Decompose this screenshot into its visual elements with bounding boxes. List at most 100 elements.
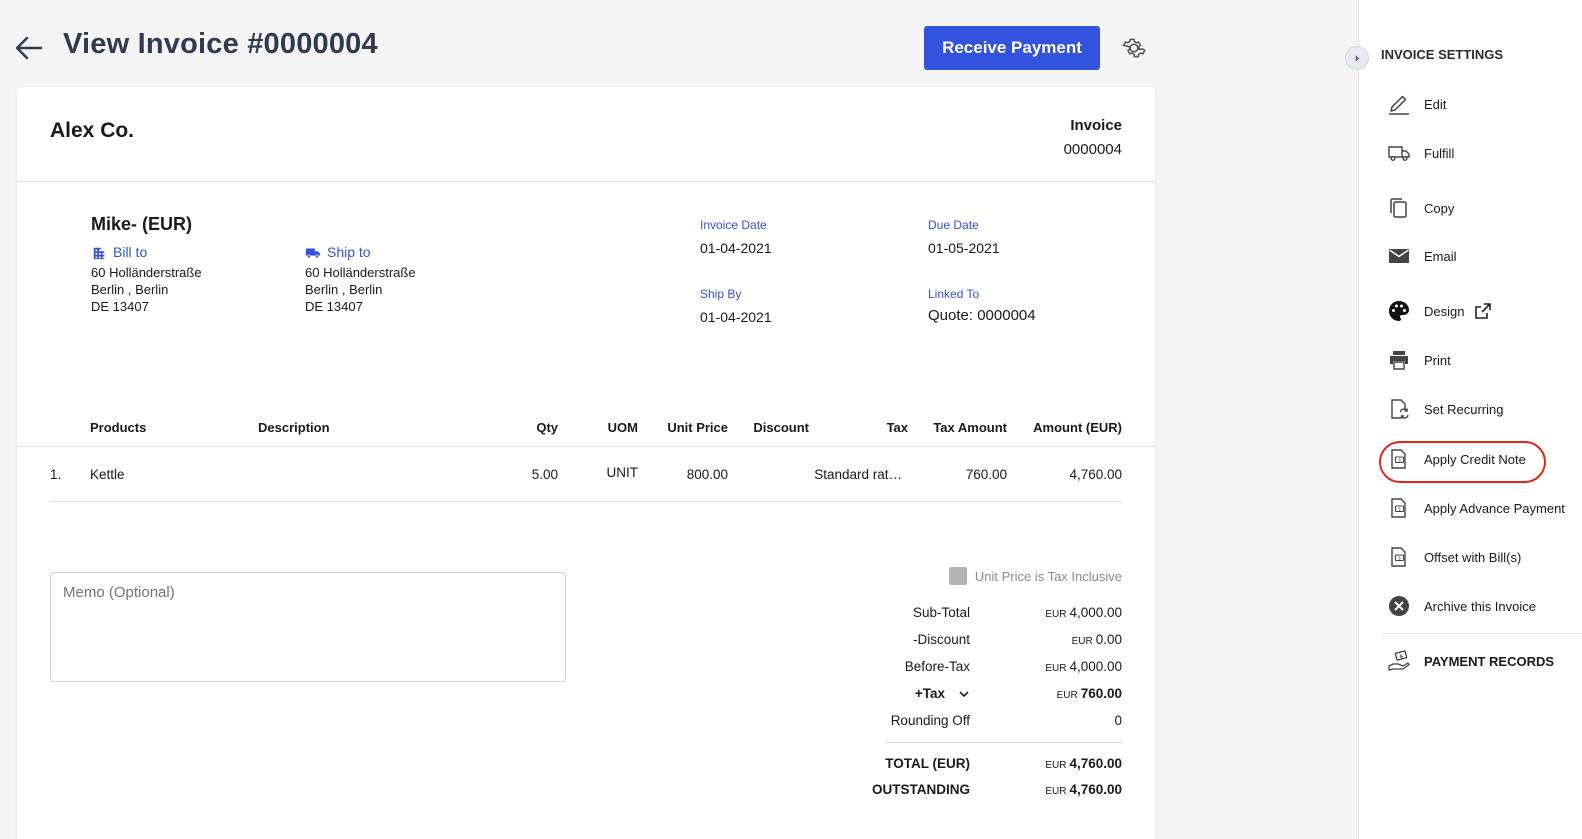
tax-value: EUR 760.00 <box>1056 686 1122 701</box>
envelope-icon <box>1386 243 1412 269</box>
recurring-document-icon <box>1386 396 1412 422</box>
menu-payment-records[interactable]: $ PAYMENT RECORDS <box>1386 648 1554 674</box>
outstanding-value: EUR 4,760.00 <box>1045 782 1122 797</box>
menu-copy[interactable]: Copy <box>1386 195 1454 221</box>
menu-label: Email <box>1424 248 1457 264</box>
menu-label: Copy <box>1424 200 1455 216</box>
gear-icon[interactable] <box>1121 35 1147 61</box>
svg-text:$: $ <box>1398 555 1401 561</box>
menu-label: Archive this Invoice <box>1424 598 1536 614</box>
menu-label: Design <box>1424 303 1465 319</box>
subtotal-label: Sub-Total <box>912 605 970 620</box>
linked-to-label: Linked To <box>928 287 980 301</box>
invoice-date-label: Invoice Date <box>700 218 767 232</box>
chevron-down-icon[interactable] <box>958 687 970 699</box>
subtotal-value: EUR 4,000.00 <box>1045 605 1122 620</box>
col-tax-amount: Tax Amount <box>933 420 1007 435</box>
external-link-icon[interactable] <box>1474 302 1492 320</box>
row-unit-price: 800.00 <box>686 467 728 482</box>
before-tax-label: Before-Tax <box>904 659 970 674</box>
invoice-card: Alex Co. Invoice 0000004 Mike- (EUR) Bil… <box>17 87 1155 839</box>
panel-divider <box>1381 633 1582 634</box>
menu-print[interactable]: Print <box>1386 347 1451 373</box>
company-name: Alex Co. <box>50 119 135 142</box>
invoice-date-value: 01-04-2021 <box>700 240 772 256</box>
row-tax-amount: 760.00 <box>965 467 1007 482</box>
menu-set-recurring[interactable]: Set Recurring <box>1386 396 1503 422</box>
palette-icon <box>1386 298 1412 324</box>
ship-to-block: Ship to 60 Holländerstraße Berlin , Berl… <box>305 244 416 315</box>
ship-to-line: 60 Holländerstraße <box>305 265 416 280</box>
page-title: View Invoice #0000004 <box>63 28 378 60</box>
bill-to-line: DE 13407 <box>91 299 149 314</box>
row-divider <box>50 501 1122 502</box>
bill-to-line: Berlin , Berlin <box>91 282 169 297</box>
bill-to-label: Bill to <box>113 244 148 260</box>
menu-email[interactable]: Email <box>1386 243 1457 269</box>
due-date-label: Due Date <box>928 218 979 232</box>
ship-to-line: Berlin , Berlin <box>305 282 383 297</box>
row-amount: 4,760.00 <box>1069 467 1122 482</box>
bill-to-block: Bill to 60 Holländerstraße Berlin , Berl… <box>91 244 202 315</box>
chevron-right-icon <box>1355 54 1359 62</box>
tax-inclusive-checkbox[interactable]: Unit Price is Tax Inclusive <box>948 567 1122 585</box>
menu-edit[interactable]: Edit <box>1386 91 1446 117</box>
col-uom: UOM <box>607 420 638 435</box>
memo-input[interactable] <box>50 572 566 682</box>
offset-bill-icon: $ <box>1386 544 1412 570</box>
table-divider <box>17 446 1155 447</box>
linked-to-value[interactable]: Quote: 0000004 <box>928 307 1036 324</box>
menu-archive[interactable]: Archive this Invoice <box>1386 593 1536 619</box>
invoice-label: Invoice <box>1070 117 1122 134</box>
copy-icon <box>1386 195 1412 221</box>
rounding-value: 0 <box>1114 713 1122 728</box>
outstanding-label: OUTSTANDING <box>872 782 970 797</box>
total-label: TOTAL (EUR) <box>885 756 970 771</box>
row-index: 1. <box>50 467 62 482</box>
menu-apply-advance-payment[interactable]: $ Apply Advance Payment <box>1386 495 1565 521</box>
ship-to-label: Ship to <box>327 244 371 260</box>
customer-name: Mike- (EUR) <box>91 214 193 234</box>
row-product: Kettle <box>90 467 125 482</box>
col-unit-price: Unit Price <box>667 420 728 435</box>
header-divider <box>17 181 1155 182</box>
col-amount: Amount (EUR) <box>1033 420 1122 435</box>
ship-to-line: DE 13407 <box>305 299 363 314</box>
delivery-truck-icon <box>1386 140 1412 166</box>
highlight-annotation <box>1379 441 1546 483</box>
col-discount: Discount <box>753 420 809 435</box>
svg-text:$: $ <box>1399 653 1404 660</box>
row-qty: 5.00 <box>531 467 558 482</box>
menu-label: Apply Advance Payment <box>1424 500 1565 516</box>
payment-hand-icon: $ <box>1386 648 1412 674</box>
tax-label[interactable]: +Tax <box>915 686 945 701</box>
menu-label: Set Recurring <box>1424 401 1504 417</box>
receive-payment-button[interactable]: Receive Payment <box>924 26 1100 70</box>
advance-payment-icon: $ <box>1386 495 1412 521</box>
checkbox-icon[interactable] <box>948 567 967 585</box>
menu-fulfill[interactable]: Fulfill <box>1386 140 1454 166</box>
ship-by-value: 01-04-2021 <box>700 309 772 325</box>
col-tax: Tax <box>886 420 908 435</box>
total-value: EUR 4,760.00 <box>1045 756 1122 771</box>
col-qty: Qty <box>536 420 558 435</box>
collapse-panel-button[interactable] <box>1345 46 1369 70</box>
back-arrow-icon[interactable] <box>14 34 44 62</box>
printer-icon <box>1386 347 1412 373</box>
svg-text:$: $ <box>1398 506 1401 512</box>
tax-inclusive-label: Unit Price is Tax Inclusive <box>974 568 1122 584</box>
invoice-number: 0000004 <box>1063 141 1122 158</box>
truck-icon <box>305 248 321 259</box>
col-description: Description <box>258 420 330 435</box>
row-tax: Standard rat… <box>814 467 902 482</box>
bill-to-line: 60 Holländerstraße <box>91 265 202 280</box>
row-uom: UNIT <box>606 465 639 480</box>
menu-design[interactable]: Design <box>1386 298 1492 324</box>
totals-divider <box>886 742 1122 743</box>
panel-title: INVOICE SETTINGS <box>1381 47 1504 62</box>
pencil-icon <box>1386 91 1412 117</box>
menu-offset-with-bills[interactable]: $ Offset with Bill(s) <box>1386 544 1521 570</box>
rounding-label: Rounding Off <box>890 713 970 728</box>
discount-label: -Discount <box>912 632 970 647</box>
due-date-value: 01-05-2021 <box>928 240 1000 256</box>
